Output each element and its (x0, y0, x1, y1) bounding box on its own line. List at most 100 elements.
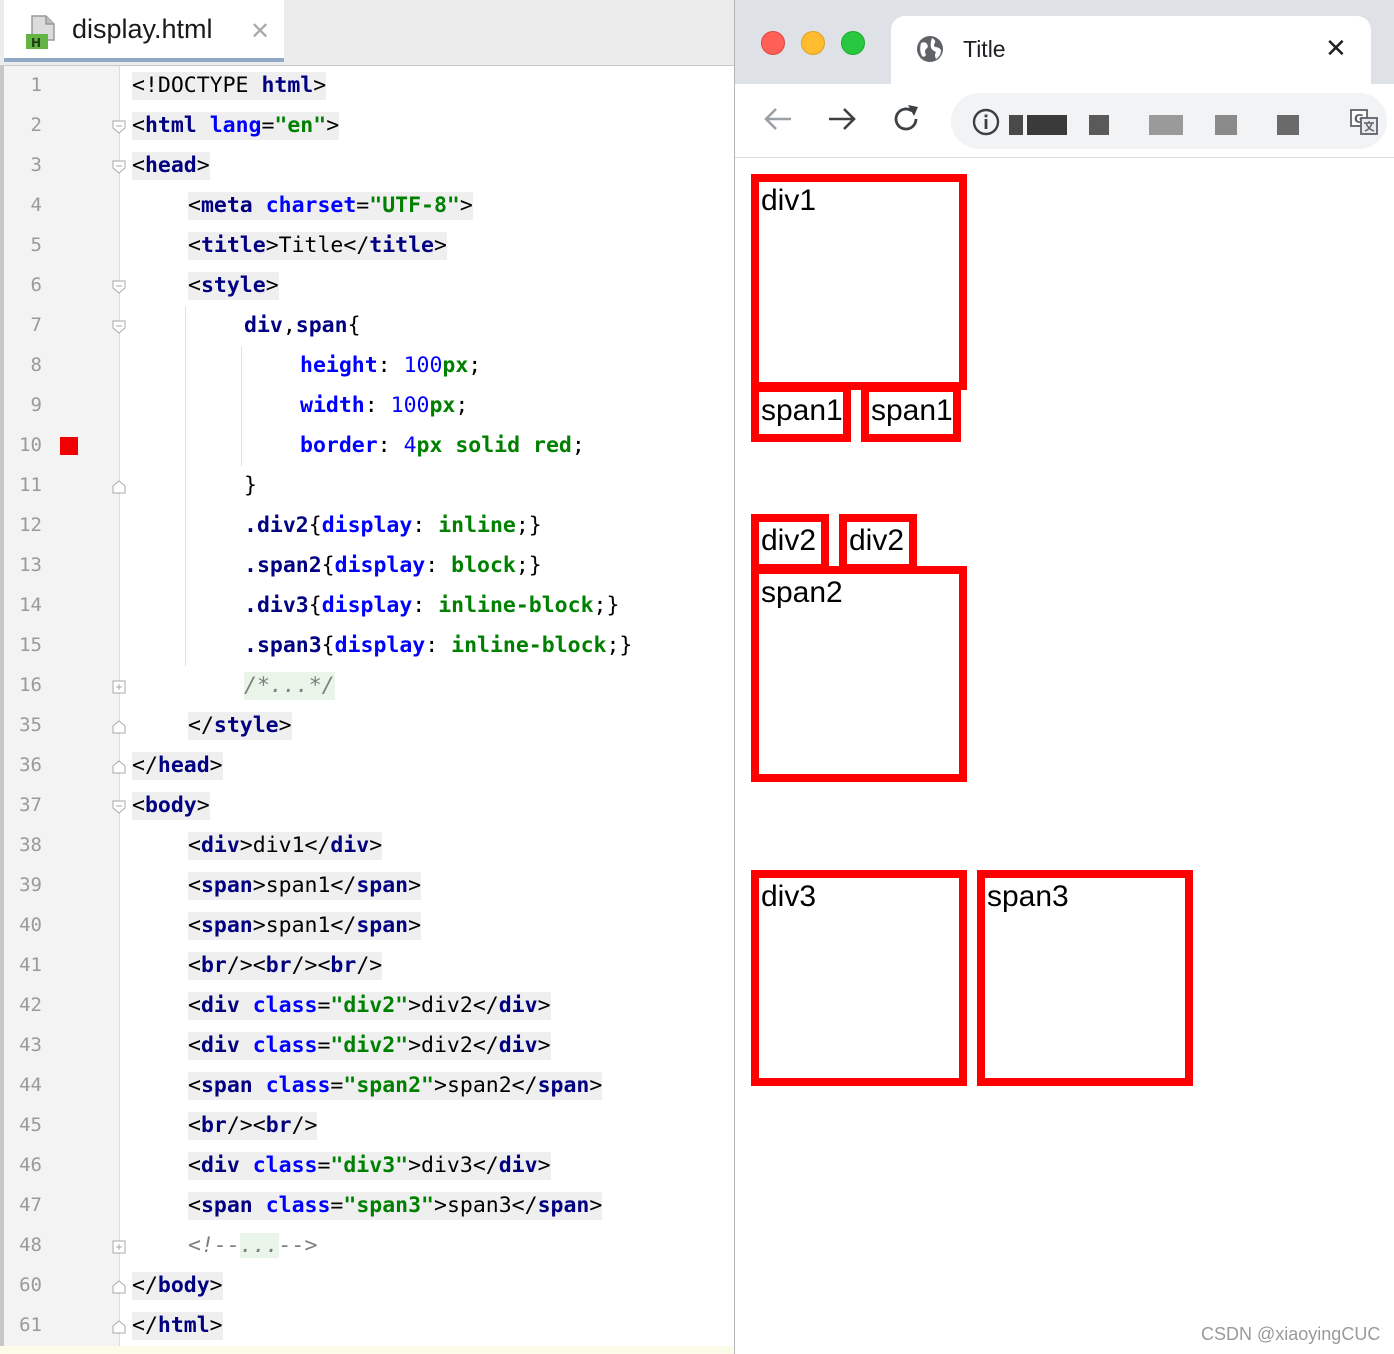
code-text: <span>span1</span> (188, 912, 422, 940)
line-number: 8 (30, 354, 42, 376)
watermark: CSDN @xiaoyingCUC (1201, 1324, 1381, 1344)
code-text: height: 100px; (300, 353, 482, 378)
code-text: .span3{display: inline-block;} (244, 633, 633, 658)
span3-box: span3 (977, 870, 1193, 1086)
code-text: <body> (132, 792, 210, 820)
fold-collapse-icon[interactable] (111, 799, 127, 815)
line-number: 37 (19, 794, 42, 816)
code-line: 45 <br/><br/> (0, 1106, 734, 1146)
code-line: 3 <head> (0, 146, 734, 186)
div2-box: div2 (839, 514, 917, 572)
svg-text:H: H (31, 36, 41, 50)
fold-collapse-icon[interactable] (111, 159, 127, 175)
page-viewport: div1 span1 span1 div2 div2 span2 div3 sp… (735, 158, 1394, 1354)
line-number: 1 (30, 74, 42, 96)
blurred-url (1277, 115, 1299, 135)
fold-collapse-icon[interactable] (111, 319, 127, 335)
fold-expand-icon[interactable] (111, 679, 127, 695)
code-text: <title>Title</title> (188, 232, 447, 260)
browser-tab-title: Title (963, 36, 1006, 62)
code-line: 38 <div>div1</div> (0, 826, 734, 866)
code-line: 7 div,span{ (0, 306, 734, 346)
code-line: 48 <!--...--> (0, 1226, 734, 1266)
folded-comment[interactable]: <!--...--> (188, 1232, 317, 1260)
info-icon[interactable] (971, 107, 1001, 137)
code-line: 4 <meta charset="UTF-8"> (0, 186, 734, 226)
code-text: <html lang="en"> (132, 112, 340, 140)
window-close-button[interactable] (761, 31, 785, 55)
code-text: } (244, 473, 257, 498)
blurred-url (1027, 115, 1067, 135)
address-bar[interactable]: G (951, 93, 1387, 149)
line-number: 7 (30, 314, 42, 336)
line-number: 14 (19, 594, 42, 616)
code-text: div,span{ (244, 313, 361, 338)
line-number: 43 (19, 1034, 42, 1056)
forward-arrow-icon[interactable] (825, 102, 859, 136)
code-text: <style> (188, 272, 279, 300)
line-number: 3 (30, 154, 42, 176)
fold-collapse-icon[interactable] (111, 119, 127, 135)
fold-collapse-icon[interactable] (111, 279, 127, 295)
code-line: 39 <span>span1</span> (0, 866, 734, 906)
blurred-url (1215, 115, 1237, 135)
code-line: 37 <body> (0, 786, 734, 826)
code-text: width: 100px; (300, 393, 469, 418)
color-preview-swatch (60, 437, 78, 455)
code-line: 35 </style> (0, 706, 734, 746)
editor-bottom-strip (0, 1346, 734, 1354)
folded-comment[interactable]: /*...*/ (244, 672, 335, 700)
code-text: <div>div1</div> (188, 832, 383, 860)
code-text: </html> (132, 1312, 223, 1340)
fold-end-icon[interactable] (111, 479, 127, 495)
line-number: 4 (30, 194, 42, 216)
span2-box: span2 (751, 566, 967, 782)
code-text: <span>span1</span> (188, 872, 422, 900)
line-number: 6 (30, 274, 42, 296)
code-line: 16 /*...*/ (0, 666, 734, 706)
code-text: <span class="span2">span2</span> (188, 1072, 603, 1100)
fold-end-icon[interactable] (111, 759, 127, 775)
reload-icon[interactable] (889, 102, 923, 136)
line-number: 10 (19, 434, 42, 456)
blurred-url (1089, 115, 1109, 135)
code-line: 44 <span class="span2">span2</span> (0, 1066, 734, 1106)
close-icon[interactable]: ✕ (250, 16, 270, 46)
back-arrow-icon[interactable] (761, 102, 795, 136)
code-text: <head> (132, 152, 210, 180)
close-icon[interactable]: ✕ (1325, 34, 1347, 64)
globe-icon (917, 36, 943, 62)
span1-box: span1 (861, 384, 961, 442)
blurred-url (1009, 115, 1023, 135)
line-number: 15 (19, 634, 42, 656)
line-number: 36 (19, 754, 42, 776)
line-number: 45 (19, 1114, 42, 1136)
fold-end-icon[interactable] (111, 719, 127, 735)
fold-end-icon[interactable] (111, 1279, 127, 1295)
line-number: 42 (19, 994, 42, 1016)
browser-toolbar: G (735, 84, 1394, 158)
line-number: 9 (30, 394, 42, 416)
browser-titlebar: Title ✕ (735, 0, 1394, 84)
window-maximize-button[interactable] (841, 31, 865, 55)
code-editor: H display.html ✕ 1 <!DOCTYPE html> 2 <ht… (0, 0, 734, 1354)
code-line: 11 } (0, 466, 734, 506)
translate-icon[interactable]: G (1349, 107, 1379, 137)
fold-expand-icon[interactable] (111, 1239, 127, 1255)
editor-tab-display-html[interactable]: H display.html ✕ (4, 0, 284, 62)
code-text: .div2{display: inline;} (244, 513, 542, 538)
line-number: 40 (19, 914, 42, 936)
line-number: 44 (19, 1074, 42, 1096)
fold-end-icon[interactable] (111, 1319, 127, 1335)
code-line: 9 width: 100px; (0, 386, 734, 426)
code-line: 1 <!DOCTYPE html> (0, 66, 734, 106)
window-minimize-button[interactable] (801, 31, 825, 55)
line-number: 47 (19, 1194, 42, 1216)
editor-tab-label: display.html (72, 14, 213, 44)
code-area[interactable]: 1 <!DOCTYPE html> 2 <html lang="en"> 3 <… (0, 66, 734, 1346)
editor-tab-bar: H display.html ✕ (0, 0, 734, 66)
line-number: 39 (19, 874, 42, 896)
browser-tab[interactable]: Title ✕ (891, 16, 1371, 84)
line-number: 11 (19, 474, 42, 496)
code-text: <!DOCTYPE html> (132, 72, 327, 100)
